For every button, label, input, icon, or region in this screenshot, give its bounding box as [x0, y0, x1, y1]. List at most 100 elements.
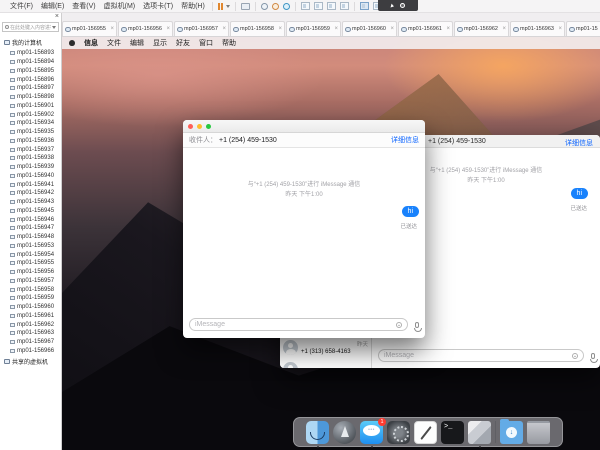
vm-tab[interactable]: mp01-156955 ×: [62, 21, 117, 36]
vm-list-item[interactable]: mp01-156942: [0, 189, 61, 198]
zoom-window-button[interactable]: [206, 124, 211, 129]
vm-list-item[interactable]: mp01-156934: [0, 119, 61, 128]
snapshot-manager-button[interactable]: [281, 3, 292, 10]
menu-item[interactable]: 虚拟机(M): [100, 1, 140, 11]
message-input[interactable]: iMessage: [189, 318, 408, 331]
mac-menu-item[interactable]: 信息: [84, 38, 98, 48]
unity-button[interactable]: [338, 2, 351, 10]
messages-window-front[interactable]: 收件人： +1 (254) 459-1530 详细信息 与“+1 (254) 4…: [183, 120, 425, 338]
recipient-value[interactable]: +1 (254) 459-1530: [219, 137, 277, 144]
vm-tab[interactable]: mp01-156960 ×: [342, 21, 397, 36]
vm-list-item[interactable]: mp01-156935: [0, 128, 61, 137]
show-thumbnail-bar-button[interactable]: [312, 2, 325, 10]
vm-list-item[interactable]: mp01-156957: [0, 277, 61, 286]
minimize-window-button[interactable]: [197, 124, 202, 129]
microphone-icon[interactable]: [591, 353, 595, 359]
tab-close-button[interactable]: ×: [558, 26, 562, 32]
dock-icon[interactable]: [500, 421, 523, 444]
vm-list-item[interactable]: mp01-156940: [0, 172, 61, 181]
vm-list-item[interactable]: mp01-156939: [0, 163, 61, 172]
emoji-picker-icon[interactable]: [572, 353, 578, 359]
vm-tab[interactable]: mp01-156958 ×: [230, 21, 285, 36]
microphone-icon[interactable]: [415, 322, 419, 328]
vm-list-item[interactable]: mp01-156898: [0, 93, 61, 102]
vm-list-item[interactable]: mp01-156895: [0, 67, 61, 76]
dock-icon[interactable]: 1: [360, 421, 383, 444]
vm-list-item[interactable]: mp01-156954: [0, 250, 61, 259]
vm-list-item[interactable]: mp01-156958: [0, 285, 61, 294]
revert-snapshot-button[interactable]: [270, 3, 281, 10]
vm-list-item[interactable]: mp01-156896: [0, 75, 61, 84]
vm-list-item[interactable]: mp01-156948: [0, 233, 61, 242]
dock-icon[interactable]: [414, 421, 437, 444]
vm-list-item[interactable]: mp01-156943: [0, 198, 61, 207]
vm-list-item[interactable]: mp01-156937: [0, 145, 61, 154]
fullscreen-button[interactable]: [325, 2, 338, 10]
tab-close-button[interactable]: ×: [222, 26, 226, 32]
tab-close-button[interactable]: ×: [502, 26, 506, 32]
show-library-button[interactable]: [299, 2, 312, 10]
vm-list-item[interactable]: mp01-156947: [0, 224, 61, 233]
vm-list-item[interactable]: mp01-156953: [0, 242, 61, 251]
vm-tab[interactable]: mp01-156959 ×: [286, 21, 341, 36]
vm-list-item[interactable]: mp01-156893: [0, 49, 61, 58]
mac-menu-item[interactable]: 窗口: [199, 38, 213, 48]
vm-list-item[interactable]: mp01-156962: [0, 320, 61, 329]
vm-list-item[interactable]: mp01-156901: [0, 102, 61, 111]
menu-item[interactable]: 帮助(H): [177, 1, 209, 11]
dock-icon[interactable]: [495, 421, 496, 443]
close-library-button[interactable]: ×: [55, 13, 59, 21]
vm-console-screen[interactable]: 信息文件编辑显示好友窗口帮助 +1 (254) 459-1530 详细信息 +1…: [62, 37, 600, 450]
vm-list-item[interactable]: mp01-156966: [0, 347, 61, 356]
snapshot-button[interactable]: [259, 3, 270, 10]
vm-list-item[interactable]: mp01-156961: [0, 312, 61, 321]
vm-tab[interactable]: mp01-156957 ×: [174, 21, 229, 36]
vm-tab[interactable]: mp01-156961 ×: [398, 21, 453, 36]
emoji-picker-icon[interactable]: [396, 322, 402, 328]
vm-list-item[interactable]: mp01-156894: [0, 58, 61, 67]
vm-list-item[interactable]: mp01-156956: [0, 268, 61, 277]
mac-menu-item[interactable]: 好友: [176, 38, 190, 48]
vm-list-item[interactable]: mp01-156963: [0, 329, 61, 338]
tab-close-button[interactable]: ×: [278, 26, 282, 32]
conversation-list-item[interactable]: +1 (313) 658-4163 hi 昨天: [280, 338, 371, 360]
window-titlebar[interactable]: [183, 120, 425, 133]
apple-menu-icon[interactable]: [69, 40, 75, 46]
menu-item[interactable]: 编辑(E): [37, 1, 68, 11]
mac-menu-item[interactable]: 帮助: [222, 38, 236, 48]
menu-item[interactable]: 文件(F): [6, 1, 37, 11]
vm-tab[interactable]: mp01-156962 ×: [454, 21, 509, 36]
close-window-button[interactable]: [188, 124, 193, 129]
vm-list-item[interactable]: mp01-156945: [0, 207, 61, 216]
vm-list-item[interactable]: mp01-156960: [0, 303, 61, 312]
details-button[interactable]: 详细信息: [391, 135, 419, 145]
mac-menu-item[interactable]: 编辑: [130, 38, 144, 48]
dock-icon[interactable]: [441, 421, 464, 444]
mac-menu-item[interactable]: 显示: [153, 38, 167, 48]
dock-icon[interactable]: [387, 421, 410, 444]
vm-tab[interactable]: mp01-156963 ×: [510, 21, 565, 36]
menu-item[interactable]: 查看(V): [68, 1, 99, 11]
vm-list-item[interactable]: mp01-156938: [0, 154, 61, 163]
tab-close-button[interactable]: ×: [166, 26, 170, 32]
vm-list-item[interactable]: mp01-156967: [0, 338, 61, 347]
tab-close-button[interactable]: ×: [446, 26, 450, 32]
mac-menu-item[interactable]: 文件: [107, 38, 121, 48]
dock-icon[interactable]: [333, 421, 356, 444]
vm-list-item[interactable]: mp01-156897: [0, 84, 61, 93]
vm-tab[interactable]: mp01-156956 ×: [118, 21, 173, 36]
pause-button[interactable]: [216, 3, 232, 10]
dock-icon[interactable]: [468, 421, 491, 444]
dock-icon[interactable]: [306, 421, 329, 444]
tree-node-shared-vms[interactable]: 共享的虚拟机: [0, 355, 61, 368]
vm-list-item[interactable]: mp01-156955: [0, 259, 61, 268]
dock-icon[interactable]: [527, 421, 550, 444]
vm-list-item[interactable]: mp01-156959: [0, 294, 61, 303]
message-input[interactable]: iMessage: [378, 349, 584, 362]
send-ctrl-alt-del-button[interactable]: [239, 3, 252, 10]
vm-list-item[interactable]: mp01-156941: [0, 180, 61, 189]
vm-tab[interactable]: mp01-15: [566, 21, 600, 36]
tree-node-my-computer[interactable]: 我的计算机: [0, 36, 61, 49]
tab-close-button[interactable]: ×: [110, 26, 114, 32]
console-view-button[interactable]: [358, 2, 371, 10]
